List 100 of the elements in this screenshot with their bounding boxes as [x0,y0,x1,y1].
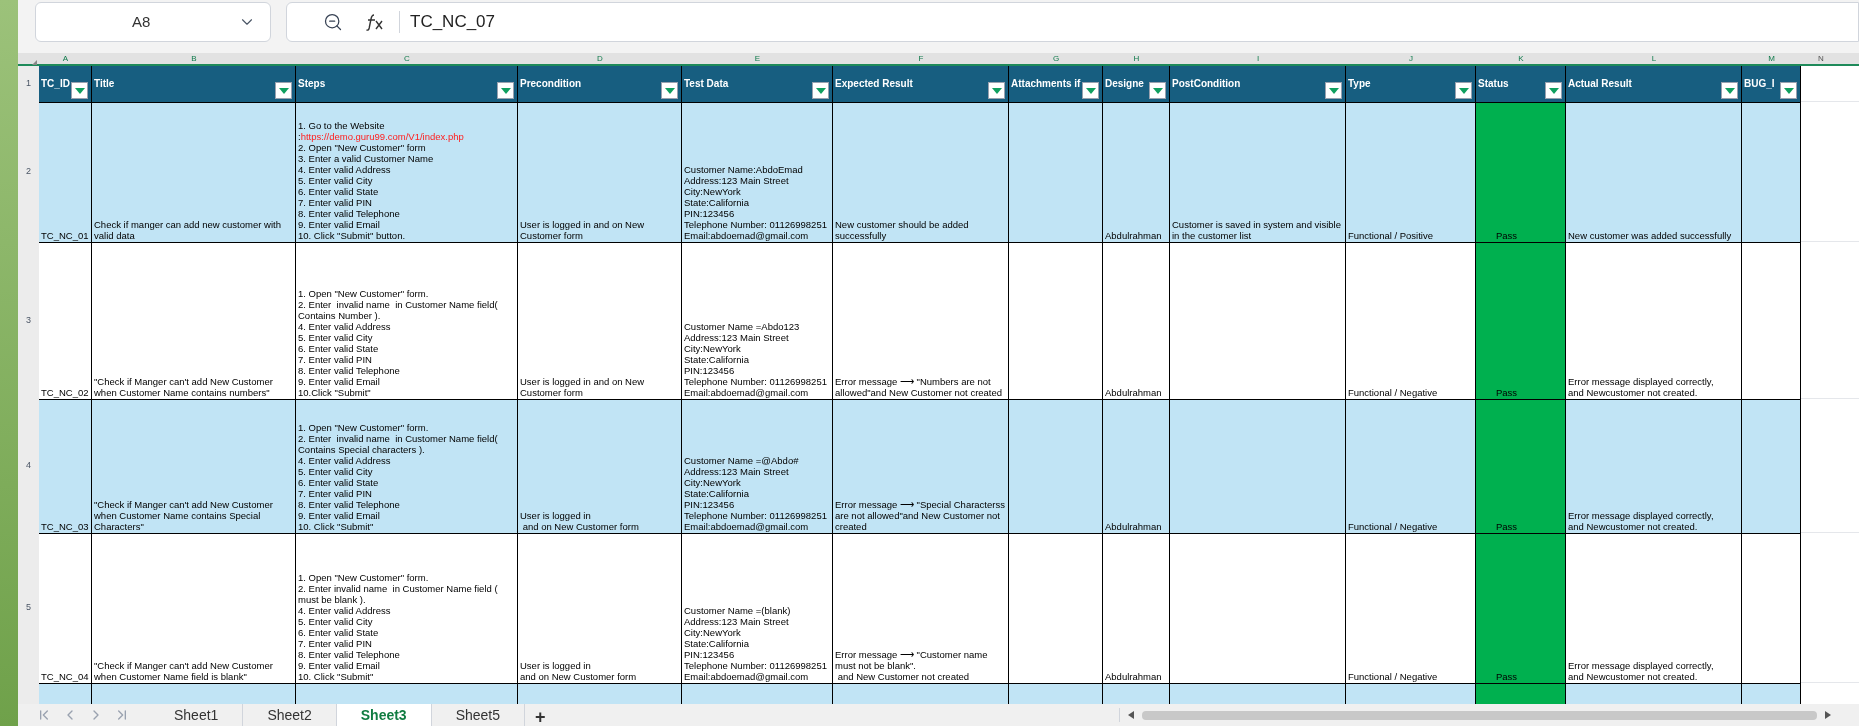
cell-text: Customer Name:AbdoEmad Address:123 Main Street City:NewYork State:California PIN:123456 Telephone Number: 01126998251 Email:abdoemad@gmail.com [684,164,827,241]
cell-text: Error message ⟶ "Numbers are not allowed"and New Customer not created [835,376,1004,398]
cell-text: TC_NC_03 [41,521,89,532]
cell-text: Check if manger can add new customer with valid data [94,219,282,241]
cell-text: Error message displayed correctly, and Newcustomer not created. [1568,510,1714,532]
cell-text: Abdulrahman [1105,671,1162,682]
filter-button[interactable] [1721,82,1738,99]
cell-text: Pass [1496,671,1518,682]
dropdown-arrow-icon [1783,87,1794,94]
header-text: TC_ID [41,78,70,89]
cell-text: Functional / Negative [1348,521,1438,532]
dropdown-arrow-icon [991,87,1002,94]
row-number[interactable]: 1 [18,66,39,102]
corner-triangle-icon [32,60,37,65]
column-header[interactable]: D [518,53,682,65]
row-number[interactable]: 5 [18,533,39,683]
column-header[interactable]: M [1742,53,1801,65]
filter-button[interactable] [1545,82,1562,99]
dropdown-arrow-icon [500,87,511,94]
column-header[interactable]: F [833,53,1009,65]
header-text: Expected Result [835,78,913,89]
sheet-tab[interactable]: Sheet5 [431,704,526,726]
header-text: Actual Result [1568,78,1632,89]
cell-text: Functional / Negative [1348,671,1438,682]
cell-text: User is logged in and on New Customer form [520,510,639,532]
cell-text: Abdulrahman [1105,387,1162,398]
header-text: Status [1478,78,1509,89]
column-header[interactable]: G [1009,53,1103,65]
cell-text: Error message ⟶ "Special Characterss are not allowed"and New Customer not created [835,499,1006,532]
sheet-tab[interactable]: Sheet2 [243,704,337,726]
dropdown-arrow-icon [815,87,826,94]
cell-text: 1. Open "New Customer" form. 2. Enter invalid name in Customer Name field( Contains Special characters ). 4. Enter valid Address 5. Enter valid City 6. Enter valid State 7. Enter valid PIN 8. Enter valid Telephone 9. Enter valid Email 10. Click "Submit" [298,422,499,532]
cell-text: Customer Name =Abdo123 Address:123 Main Street City:NewYork State:California PIN:123456 Telephone Number: 01126998251 Email:abdoemad@gmail.com [684,321,827,398]
formula-bar[interactable]: TC_NC_07 [286,2,1859,42]
sheet-tab[interactable]: Sheet1 [150,704,244,726]
header-text: Steps [298,78,326,89]
dropdown-arrow-icon [1724,87,1735,94]
cell-text: Error message ⟶ "Customer name must not be blank". and New Customer not created [835,649,989,682]
header-text: Type [1348,78,1371,89]
dropdown-arrow-icon [1328,87,1339,94]
function-icon[interactable] [365,12,385,32]
row-number[interactable]: 4 [18,399,39,533]
sheet-tab[interactable]: Sheet3 [336,704,432,726]
header-text: PostCondition [1172,78,1241,89]
cell-text: New customer should be added successfully [835,219,970,241]
cell-text: 1. Open "New Customer" form. 2. Enter invalid name in Customer Name field ( must be blank ). 4. Enter valid Address 5. Enter valid City 6. Enter valid State 7. Enter valid PIN 8. Enter valid Telephone 9. Enter valid Email 10. Click "Submit" [298,572,499,682]
cell-text: TC_NC_04 [41,671,89,682]
column-header[interactable]: K [1476,53,1566,65]
cell-text: Customer is saved in system and visible in the customer list [1172,219,1342,241]
header-text: Title [94,78,115,89]
cell-text: 1. Open "New Customer" form. 2. Enter invalid name in Customer Name field( Contains Number ). 4. Enter valid Address 5. Enter valid City 6. Enter valid State 7. Enter valid PIN 8. Enter valid Telephone 9. Enter valid Email 10.Click "Submit" [298,288,499,398]
filter-button[interactable] [1780,82,1797,99]
column-header[interactable]: N [1801,53,1841,65]
filter-button[interactable] [1455,82,1472,99]
zoom-out-icon[interactable] [323,12,343,32]
table-cell [1742,683,1801,704]
filter-button[interactable] [275,82,292,99]
filter-button[interactable] [497,82,514,99]
cell-text: 1. Go to the Website :https://demo.guru99.com/V1/index.php 2. Open "New Customer" form 3. Enter a valid Customer Name 4. Enter valid Address 5. Enter valid City 6. Enter valid State 7. Enter valid PIN 8. Enter valid Telephone 9. Enter valid Email 10. Click "Submit" button. [298,120,464,241]
filter-button[interactable] [988,82,1005,99]
cell-text: User is logged in and on New Customer form [520,660,637,682]
cell-text: "Check if Manger can't add New Customer when Customer Name contains numbers" [94,376,274,398]
filter-button[interactable] [1149,82,1166,99]
column-header[interactable]: L [1566,53,1742,65]
filter-button[interactable] [1325,82,1342,99]
header-text: BUG_I [1744,78,1775,89]
cell-text: "Check if Manger can't add New Customer when Customer Name field is blank" [94,660,274,682]
filter-button[interactable] [812,82,829,99]
column-header[interactable]: A [39,53,92,65]
dropdown-arrow-icon [1152,87,1163,94]
scroll-right-icon[interactable] [1825,711,1831,719]
column-header[interactable]: J [1346,53,1476,65]
filter-button[interactable] [661,82,678,99]
add-sheet-button[interactable]: + [525,704,556,726]
filter-button[interactable] [1082,82,1099,99]
column-header[interactable]: B [92,53,296,65]
dropdown-arrow-icon [664,87,675,94]
dropdown-arrow-icon [1458,87,1469,94]
formula-value: TC_NC_07 [410,11,496,34]
dropdown-arrow-icon [74,87,85,94]
cell-text: "Check if Manger can't add New Customer when Customer Name contains Special Characters" [94,499,274,532]
scroll-left-icon[interactable] [1128,711,1134,719]
row-number[interactable]: 3 [18,242,39,399]
dropdown-arrow-icon [1548,87,1559,94]
cell-text: Pass [1496,387,1518,398]
row-number[interactable]: 2 [18,102,39,242]
header-text: Designe [1105,78,1144,89]
cell-text: Customer Name =(blank) Address:123 Main Street City:NewYork State:California PIN:123456 Telephone Number: 01126998251 Email:abdoemad@gmail.com [684,605,827,682]
column-header[interactable]: C [296,53,518,65]
column-header[interactable]: I [1170,53,1346,65]
cell-text: Customer Name =@Abdo# Address:123 Main Street City:NewYork State:California PIN:123456 Telephone Number: 01126998251 Email:abdoemad@gmail.com [684,455,827,532]
cell-text: User is logged in and on New Customer form [520,219,646,241]
filter-button[interactable] [71,82,88,99]
scrollbar-thumb[interactable] [1142,710,1817,720]
column-header[interactable]: H [1103,53,1170,65]
name-box[interactable]: A8 [35,2,271,42]
column-header[interactable]: E [682,53,833,65]
horizontal-scrollbar[interactable] [1119,708,1831,722]
cell-text: Error message displayed correctly, and Newcustomer not created. [1568,660,1714,682]
cell-text: Abdulrahman [1105,521,1162,532]
